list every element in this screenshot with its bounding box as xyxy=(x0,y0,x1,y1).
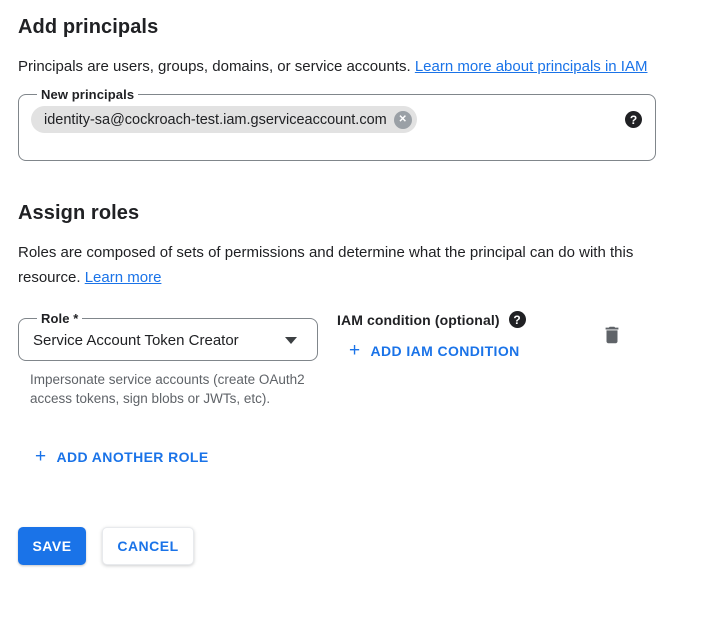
add-principals-panel: Add principals Principals are users, gro… xyxy=(0,0,713,565)
iam-condition-help-icon[interactable]: ? xyxy=(509,311,526,328)
role-select-value-line: Service Account Token Creator xyxy=(31,326,305,349)
roles-description: Roles are composed of sets of permission… xyxy=(18,240,668,290)
principal-chip-label: identity-sa@cockroach-test.iam.gservicea… xyxy=(44,112,387,128)
role-column: Role * Service Account Token Creator Imp… xyxy=(18,311,318,408)
role-select-label: Role * xyxy=(37,311,82,326)
delete-role-button[interactable] xyxy=(601,324,623,349)
dialog-actions: SAVE CANCEL xyxy=(18,527,695,565)
learn-more-roles-link[interactable]: Learn more xyxy=(85,269,162,286)
delete-role-column xyxy=(601,311,623,351)
new-principals-label: New principals xyxy=(37,87,138,102)
plus-icon: + xyxy=(349,343,361,359)
iam-condition-column: IAM condition (optional) ? + ADD IAM CON… xyxy=(337,311,567,361)
save-button[interactable]: SAVE xyxy=(18,527,86,565)
role-select[interactable]: Role * Service Account Token Creator xyxy=(18,311,318,361)
principals-description: Principals are users, groups, domains, o… xyxy=(18,54,668,79)
cancel-button[interactable]: CANCEL xyxy=(102,527,194,565)
add-another-role-label: ADD ANOTHER ROLE xyxy=(57,449,209,465)
learn-more-principals-link[interactable]: Learn more about principals in IAM xyxy=(415,58,648,75)
iam-condition-label-line: IAM condition (optional) ? xyxy=(337,311,567,328)
assign-roles-title: Assign roles xyxy=(18,202,695,225)
plus-icon: + xyxy=(35,449,47,465)
role-selected-value: Service Account Token Creator xyxy=(33,332,239,349)
new-principals-field[interactable]: New principals identity-sa@cockroach-tes… xyxy=(18,87,656,161)
add-iam-condition-label: ADD IAM CONDITION xyxy=(371,343,520,359)
iam-condition-label: IAM condition (optional) xyxy=(337,312,500,328)
page-title: Add principals xyxy=(18,16,695,39)
role-helper-text: Impersonate service accounts (create OAu… xyxy=(30,370,322,408)
principals-description-text: Principals are users, groups, domains, o… xyxy=(18,58,415,75)
add-another-role-button[interactable]: + ADD ANOTHER ROLE xyxy=(35,449,209,465)
add-iam-condition-button[interactable]: + ADD IAM CONDITION xyxy=(349,343,520,359)
principals-help-icon[interactable]: ? xyxy=(625,111,642,128)
chip-remove-icon[interactable]: ✕ xyxy=(394,111,412,129)
principal-chip[interactable]: identity-sa@cockroach-test.iam.gservicea… xyxy=(31,106,417,133)
trash-icon xyxy=(601,324,623,346)
chevron-down-icon xyxy=(285,337,297,344)
new-principals-inner: identity-sa@cockroach-test.iam.gservicea… xyxy=(31,102,643,133)
role-row: Role * Service Account Token Creator Imp… xyxy=(18,311,695,408)
